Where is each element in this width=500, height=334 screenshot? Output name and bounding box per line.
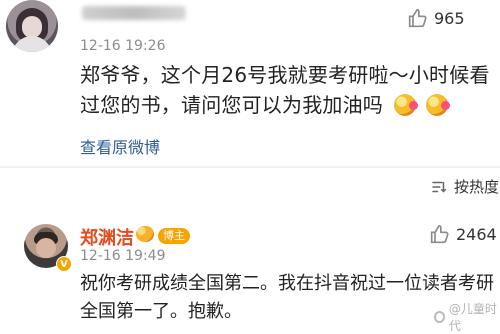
username[interactable]: 郑渊洁: [80, 224, 134, 250]
thumbs-up-icon: [408, 8, 428, 28]
watermark: @儿童时代: [434, 300, 500, 334]
like-button[interactable]: 2464: [430, 224, 497, 244]
timestamp: 12-16 19:49: [80, 248, 166, 264]
sort-by-popularity-button[interactable]: 按热度: [430, 176, 499, 197]
verified-mark: V: [60, 258, 68, 270]
avatar-body: [12, 36, 52, 52]
comment-text: 郑爷爷，这个月26号我就要考研啦～小时候看过您的书，请问您可以为我加油吗: [80, 60, 500, 120]
thumbs-up-icon: [430, 224, 450, 244]
blush-kiss-emoji-icon: [426, 94, 451, 116]
watermark-text: @儿童时代: [448, 302, 497, 333]
blurred-username: [82, 6, 186, 20]
view-original-weibo-link[interactable]: 查看原微博: [80, 134, 160, 158]
watermark-icon: [434, 311, 445, 323]
level-badge-icon: [136, 226, 154, 242]
sort-icon: [430, 178, 448, 196]
divider: [0, 166, 500, 168]
blogger-tag: 博主: [158, 228, 190, 244]
like-count: 965: [434, 8, 465, 28]
like-count: 2464: [456, 224, 497, 244]
timestamp: 12-16 19:26: [80, 38, 166, 54]
verified-badge-icon: V: [56, 256, 72, 272]
avatar[interactable]: [6, 0, 58, 52]
blush-kiss-emoji-icon: [393, 94, 418, 116]
avatar-face: [22, 16, 42, 38]
sort-label: 按热度: [454, 178, 500, 196]
like-button[interactable]: 965: [408, 8, 465, 28]
avatar-face: [36, 238, 56, 258]
